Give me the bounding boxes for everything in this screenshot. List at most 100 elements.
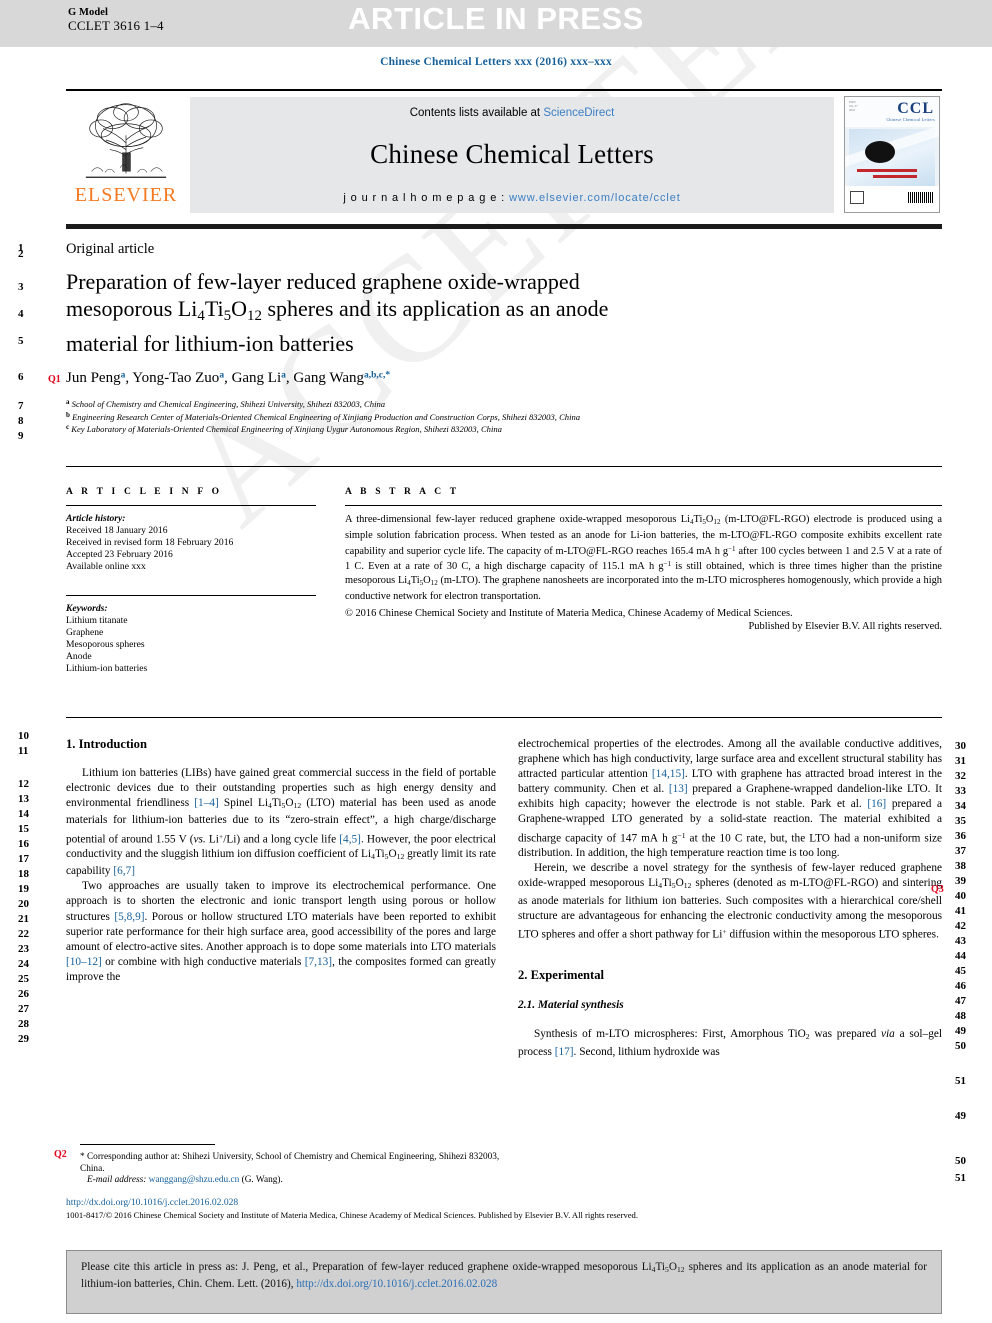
citation-ref[interactable]: [7,13] <box>305 956 332 968</box>
abstract-rule <box>345 505 942 506</box>
corresponding-email-link[interactable]: wanggang@shzu.edu.cn <box>149 1175 240 1185</box>
line-number: 40 <box>955 890 966 902</box>
homepage-url[interactable]: www.elsevier.com/locate/cclet <box>509 192 681 204</box>
citation-ref[interactable]: [4,5] <box>339 833 361 845</box>
elsevier-tree-icon <box>85 103 167 178</box>
keyword-item: Anode <box>66 651 92 662</box>
abstract-heading: A B S T R A C T <box>345 487 460 497</box>
article-history-block: Article history: Received 18 January 201… <box>66 513 316 573</box>
cite-doi-link-2[interactable]: j.cclet.2016.02.028 <box>411 1278 497 1290</box>
section-heading-introduction: 1. Introduction <box>66 737 147 751</box>
author-affil-marker: a <box>281 370 286 381</box>
line-number: 37 <box>955 845 966 857</box>
keywords-body: Keywords: Lithium titanate Graphene Meso… <box>66 603 316 675</box>
line-number: 44 <box>955 950 966 962</box>
body-left-column: 1. Introduction Lithium ion batteries (L… <box>66 737 496 985</box>
cover-red-chain-2 <box>873 175 917 178</box>
contents-prefix: Contents lists available at <box>409 106 544 119</box>
email-suffix: (G. Wang). <box>241 1175 283 1186</box>
line-number: 47 <box>955 995 966 1007</box>
query-flag-q2[interactable]: Q2 <box>54 1149 67 1160</box>
line-number: 39 <box>955 875 966 887</box>
article-info-heading: A R T I C L E I N F O <box>66 487 223 497</box>
subsection-heading-material-synthesis: 2.1. Material synthesis <box>518 999 624 1012</box>
title-line-2-a: mesoporous Li <box>66 296 198 321</box>
author-affil-marker: a <box>120 370 126 381</box>
line-number: 50 <box>955 1040 966 1052</box>
author-affil-marker: a <box>219 370 225 381</box>
line-number: 42 <box>955 920 966 932</box>
cite-t3: O <box>668 1261 677 1273</box>
citation-ref[interactable]: [13] <box>669 783 688 795</box>
line-number: 2 <box>18 248 24 260</box>
affiliation-item: c Key Laboratory of Materials-Oriented C… <box>66 422 946 435</box>
homepage-label: j o u r n a l h o m e p a g e : <box>343 191 510 204</box>
query-flag-q3[interactable]: Q3 <box>931 884 944 895</box>
keyword-item: Lithium titanate <box>66 615 128 626</box>
cite-this-article-box: Please cite this article in press as: J.… <box>66 1250 942 1314</box>
g-model-code: CCLET 3616 1–4 <box>68 18 164 33</box>
line-number: 30 <box>955 740 966 752</box>
title-sub-3: 12 <box>247 308 262 325</box>
query-flag-q1[interactable]: Q1 <box>48 374 61 385</box>
title-line-2-c: O <box>231 296 248 321</box>
title-line-2-b: Ti <box>204 296 224 321</box>
affil-text-a: School of Chemistry and Chemical Enginee… <box>71 399 386 410</box>
citation-ref[interactable]: [5,8,9] <box>114 911 144 923</box>
cite-part-1: Please cite this article in press as: J.… <box>81 1261 652 1273</box>
line-number: 22 <box>18 928 29 940</box>
line-number: 36 <box>955 830 966 842</box>
line-number: 46 <box>955 980 966 992</box>
author-list: Jun Penga, Yong-Tao Zuoa, Gang Lia, Gang… <box>66 370 391 386</box>
keywords-rule <box>66 595 316 596</box>
affiliation-item: a School of Chemistry and Chemical Engin… <box>66 397 946 410</box>
line-number: 15 <box>18 823 29 835</box>
line-number: 24 <box>18 958 29 970</box>
divider-above-info <box>66 466 942 467</box>
line-number: 43 <box>955 935 966 947</box>
paragraph-intro-1: Lithium ion batteries (LIBs) have gained… <box>66 767 497 878</box>
paper-page: ACCEPTED PROOF ARTICLE IN PRESS G Model … <box>0 0 992 1323</box>
paragraph-experimental-1: Synthesis of m-LTO microspheres: First, … <box>518 1028 942 1058</box>
line-number: 16 <box>18 838 29 850</box>
citation-ref[interactable]: [1–4] <box>194 797 218 809</box>
affil-marker-b: b <box>66 410 70 419</box>
line-number: 17 <box>18 853 29 865</box>
article-info-column: A R T I C L E I N F O Article history: R… <box>66 487 316 675</box>
elsevier-logo: ELSEVIER <box>66 91 186 219</box>
line-number: 41 <box>955 905 966 917</box>
masthead-center: Contents lists available at ScienceDirec… <box>190 97 834 213</box>
cite-doi-link-1[interactable]: http://dx.doi.org/10.1016/ <box>296 1278 411 1290</box>
citation-ref[interactable]: [14,15] <box>652 768 685 780</box>
journal-homepage-line: j o u r n a l h o m e p a g e : www.else… <box>343 192 680 204</box>
line-number: 34 <box>955 800 966 812</box>
citation-ref[interactable]: [6,7] <box>113 865 135 877</box>
abstract-copyright-line-1: © 2016 Chinese Chemical Society and Inst… <box>345 607 793 619</box>
doi-link[interactable]: http://dx.doi.org/10.1016/j.cclet.2016.0… <box>66 1197 238 1208</box>
line-number: 48 <box>955 1010 966 1022</box>
affiliation-list: a School of Chemistry and Chemical Engin… <box>66 397 946 435</box>
body-right-column: electrochemical properties of the electr… <box>518 737 942 1060</box>
title-line-3: material for lithium-ion batteries <box>66 331 354 357</box>
author-affil-marker: a,b,c,* <box>363 370 391 381</box>
citation-ref[interactable]: [10–12] <box>66 956 102 968</box>
article-type-label: Original article <box>66 241 155 257</box>
footnote-star: * <box>80 1152 85 1162</box>
divider-above-body <box>66 717 942 718</box>
line-number: 28 <box>18 1018 29 1030</box>
line-number: 12 <box>18 778 29 790</box>
line-number: 23 <box>18 943 29 955</box>
contents-list-line: Contents lists available at ScienceDirec… <box>410 107 615 119</box>
line-number: 11 <box>18 745 29 757</box>
citation-ref[interactable]: [17] <box>555 1046 574 1058</box>
line-number: 35 <box>955 815 966 827</box>
line-number: 50 <box>955 1155 966 1167</box>
affiliation-item: b Engineering Research Center of Materia… <box>66 410 946 423</box>
citation-ref[interactable]: [16] <box>867 798 886 810</box>
journal-reference: Chinese Chemical Letters xxx (2016) xxx–… <box>380 56 612 68</box>
abstract-copyright-line-2: Published by Elsevier B.V. All rights re… <box>748 621 942 633</box>
sciencedirect-link[interactable]: ScienceDirect <box>543 107 614 119</box>
cover-diagonal-streak <box>845 120 939 168</box>
journal-masthead: ELSEVIER Contents lists available at Sci… <box>66 89 942 219</box>
history-item: Available online xxx <box>66 561 146 572</box>
